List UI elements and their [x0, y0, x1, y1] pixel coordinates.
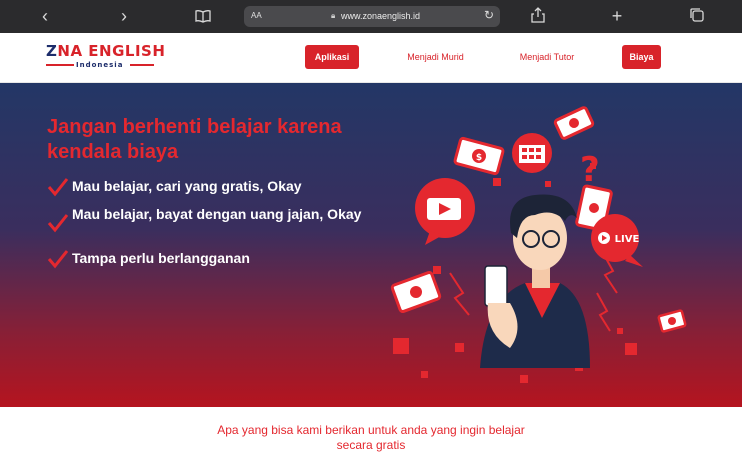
browser-toolbar: ‹ › AA 🔒︎ www.zonaenglish.id ↻ +: [0, 0, 742, 33]
live-badge: LIVE: [591, 214, 643, 267]
section-subtitle: Apa yang bisa kami berikan untuk anda ya…: [217, 423, 525, 452]
calendar-icon: [512, 133, 552, 173]
nav-aplikasi-button[interactable]: Aplikasi: [305, 45, 359, 69]
zona-english-logo[interactable]: ZNA ENGLISH Indonesia: [46, 42, 165, 74]
url-text[interactable]: www.zonaenglish.id: [341, 11, 420, 21]
address-bar[interactable]: AA 🔒︎ www.zonaenglish.id ↻: [244, 6, 500, 27]
svg-text:$: $: [476, 153, 482, 163]
benefit-item: Mau belajar, cari yang gratis, Okay: [47, 177, 377, 197]
book-icon[interactable]: [193, 7, 213, 27]
tabs-icon[interactable]: [687, 7, 707, 27]
question-mark-icon: ?: [580, 150, 600, 190]
nav-menjadi-murid-link[interactable]: Menjadi Murid: [398, 45, 473, 69]
forward-icon[interactable]: ›: [114, 6, 134, 26]
text-size-button[interactable]: AA: [251, 11, 262, 20]
person-illustration: [480, 194, 590, 368]
nav-biaya-button[interactable]: Biaya: [622, 45, 661, 69]
logo-wordmark: ZNA ENGLISH: [46, 42, 166, 60]
check-icon: [47, 250, 69, 269]
live-label: LIVE: [615, 234, 640, 245]
hero-title: Jangan berhenti belajar karena kendala b…: [47, 116, 342, 163]
money-bill-icon: [657, 309, 687, 333]
site-header: ZNA ENGLISH Indonesia Aplikasi Menjadi M…: [0, 33, 742, 83]
benefit-item: Mau belajar, bayat dengan uang jajan, Ok…: [47, 205, 377, 243]
share-icon[interactable]: [528, 7, 548, 27]
reload-icon[interactable]: ↻: [484, 8, 494, 22]
check-icon: [47, 214, 69, 233]
nav-menjadi-tutor-link[interactable]: Menjadi Tutor: [512, 45, 582, 69]
back-icon[interactable]: ‹: [35, 6, 55, 26]
lock-icon: 🔒︎: [331, 11, 336, 20]
new-tab-icon[interactable]: +: [607, 6, 627, 26]
video-play-icon: [415, 178, 475, 245]
check-icon: [47, 178, 69, 197]
hero-illustration: $ ? LIVE: [390, 106, 687, 383]
money-bill-icon: $: [453, 136, 505, 176]
money-bill-icon: [553, 106, 595, 140]
benefit-item: Tampa perlu berlangganan: [47, 249, 377, 269]
logo-subtitle: Indonesia: [76, 61, 124, 69]
money-bill-icon: [390, 271, 442, 313]
hero-section: Jangan berhenti belajar karena kendala b…: [0, 83, 742, 407]
